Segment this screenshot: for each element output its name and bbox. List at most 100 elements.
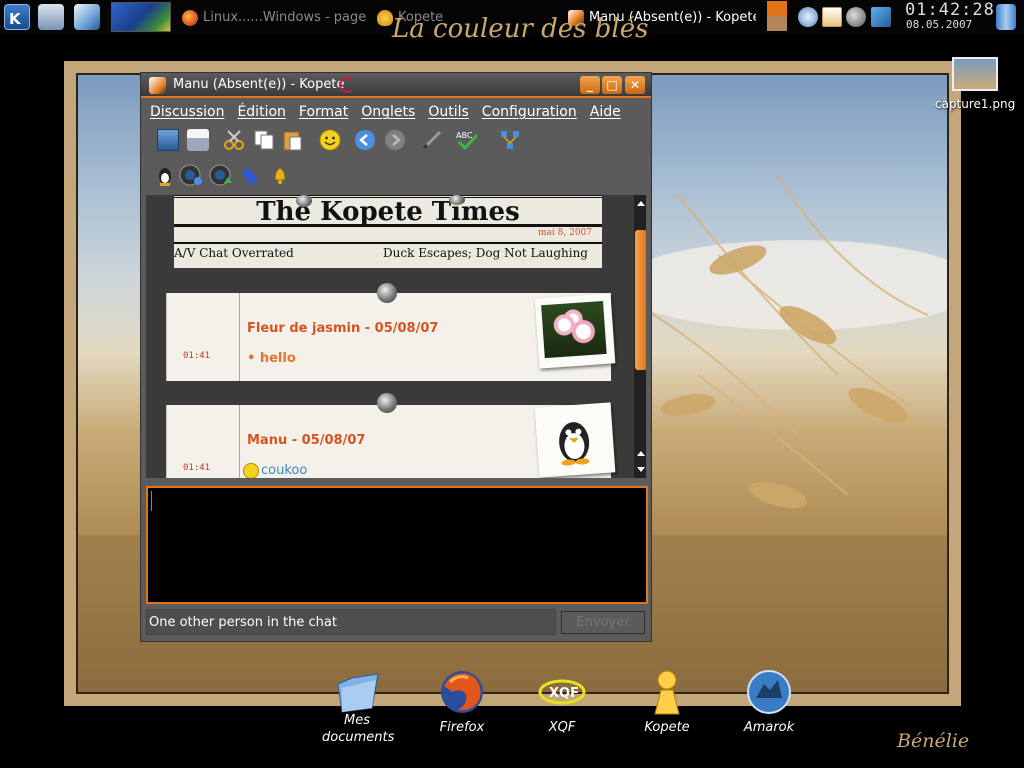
scroll-up-icon[interactable] xyxy=(634,447,646,461)
svg-text:K: K xyxy=(9,10,22,28)
menu-format[interactable]: Format xyxy=(299,100,354,124)
scroll-down-icon[interactable] xyxy=(634,463,646,477)
dock-item-amarok[interactable]: Amarok xyxy=(738,668,800,735)
back-icon[interactable] xyxy=(354,129,376,151)
scrollbar-thumb[interactable] xyxy=(635,230,646,370)
chat-scrollbar[interactable] xyxy=(634,195,646,478)
pager-icon[interactable] xyxy=(111,2,171,32)
kopete-icon xyxy=(377,9,393,26)
window-titlebar[interactable]: Manu (Absent(e)) - Kopete _ □ ✕ xyxy=(141,73,651,98)
volume-icon[interactable] xyxy=(798,7,818,27)
firefox-icon xyxy=(441,671,483,713)
pushpin-icon xyxy=(449,195,465,205)
contact-photo xyxy=(534,293,616,369)
menu-configuration[interactable]: Configuration xyxy=(482,100,583,124)
trash-icon[interactable] xyxy=(996,4,1016,30)
broom-icon[interactable] xyxy=(74,4,100,30)
menu-onglets[interactable]: Onglets xyxy=(361,100,421,124)
message-time: 01:41 xyxy=(183,463,211,473)
kopete-icon xyxy=(654,670,680,715)
tux-icon[interactable] xyxy=(157,164,173,186)
paste-icon[interactable] xyxy=(281,129,303,151)
newspaper-title: The Kopete Times xyxy=(174,195,602,227)
maximize-button[interactable]: □ xyxy=(602,76,622,94)
task-firefox[interactable]: Linux......Windows - page 3 xyxy=(182,4,366,31)
dock-item-mes-documents[interactable]: Mes documents xyxy=(322,668,395,746)
scroll-up-icon[interactable] xyxy=(634,197,646,211)
signature: Bénélie xyxy=(897,730,970,752)
network-icon[interactable] xyxy=(499,129,521,151)
message-body: • hello xyxy=(247,351,296,366)
menu-edition[interactable]: Édition xyxy=(237,100,291,124)
pushpin-icon xyxy=(296,195,312,207)
minimize-button[interactable]: _ xyxy=(580,76,600,94)
message-card: Manu - 05/08/07 01:41 coukoo xyxy=(166,402,616,478)
chat-history[interactable]: The Kopete Times mai 8, 2007 A/V Chat Ov… xyxy=(146,195,646,478)
text-caret xyxy=(151,491,152,511)
message-time: 01:41 xyxy=(183,351,211,361)
screen: K Linux......Windows - page 3 Kopete Man… xyxy=(0,0,1024,768)
desktop-icon[interactable] xyxy=(38,4,64,30)
message-body: coukoo xyxy=(261,463,308,478)
send-button[interactable]: Envoyer xyxy=(561,611,645,634)
clock-time: 01:42:28 xyxy=(905,0,995,20)
folder-icon xyxy=(337,673,379,713)
dock-item-firefox[interactable]: Firefox xyxy=(432,668,492,735)
connection-icon[interactable] xyxy=(871,7,891,27)
kde-menu-icon[interactable]: K xyxy=(4,4,30,30)
message-input[interactable] xyxy=(146,486,648,604)
kopete-chat-window: Manu (Absent(e)) - Kopete _ □ ✕ Discussi… xyxy=(140,72,652,642)
image-file-icon xyxy=(952,57,998,91)
menu-discussion[interactable]: Discussion xyxy=(150,100,230,124)
smiley-icon[interactable] xyxy=(319,129,341,151)
debian-swirl-icon xyxy=(339,77,355,93)
webcam-icon[interactable] xyxy=(179,164,202,186)
spellcheck-icon[interactable]: ABC xyxy=(455,129,479,151)
bell-icon[interactable] xyxy=(269,164,291,186)
chat-header-newspaper: The Kopete Times mai 8, 2007 A/V Chat Ov… xyxy=(174,195,602,268)
desktop-title: La couleur des blés xyxy=(392,14,649,44)
contact-photo xyxy=(534,402,616,478)
window-title: Manu (Absent(e)) - Kopete xyxy=(173,77,345,92)
chat-status-bar: One other person in the chat xyxy=(146,609,556,635)
task-label: Linux......Windows - page 3 xyxy=(203,10,366,25)
menu-outils[interactable]: Outils xyxy=(428,100,474,124)
cut-icon[interactable] xyxy=(223,129,245,151)
pen-icon[interactable] xyxy=(421,129,443,151)
dock-label: Firefox xyxy=(439,720,485,735)
dock-label: Mes documents xyxy=(322,713,395,745)
tux-avatar xyxy=(541,409,607,468)
dock-label: Amarok xyxy=(743,720,795,735)
close-button[interactable]: ✕ xyxy=(625,76,645,94)
clock-date: 08.05.2007 xyxy=(906,18,973,31)
print-icon[interactable] xyxy=(187,129,209,151)
dock-label: XQF xyxy=(548,720,576,735)
attach-icon[interactable] xyxy=(241,164,263,186)
menubar: Discussion Édition Format Onglets Outils… xyxy=(141,100,651,124)
margin-line xyxy=(239,293,240,381)
pushpin-icon xyxy=(377,283,397,303)
message-author: Manu - 05/08/07 xyxy=(247,433,366,448)
amarok-icon xyxy=(747,670,791,714)
message-card: Fleur de jasmin - 05/08/07 01:41 • hello xyxy=(166,293,616,381)
flowers-avatar xyxy=(541,300,607,359)
network-tray-icon[interactable] xyxy=(846,7,866,27)
desktop-file[interactable]: capture1.png xyxy=(935,57,1015,111)
newspaper-headline-right: Duck Escapes; Dog Not Laughing xyxy=(383,246,588,260)
dock-label: Kopete xyxy=(644,720,690,735)
menu-aide[interactable]: Aide xyxy=(590,100,627,124)
klipper-icon[interactable] xyxy=(822,7,842,27)
dock-item-xqf[interactable]: XQF XQF xyxy=(532,668,592,735)
newspaper-date: mai 8, 2007 xyxy=(538,228,592,238)
webcam-send-icon[interactable] xyxy=(209,164,232,186)
dock-item-kopete[interactable]: Kopete xyxy=(637,668,697,735)
newspaper-headline-left: A/V Chat Overrated xyxy=(174,246,294,260)
notes-icon[interactable] xyxy=(767,1,787,31)
message-author: Fleur de jasmin - 05/08/07 xyxy=(247,321,439,336)
copy-icon[interactable] xyxy=(253,129,275,151)
desktop-file-label: capture1.png xyxy=(935,97,1016,111)
save-icon[interactable] xyxy=(157,129,179,151)
kopete-app-icon xyxy=(149,77,166,94)
forward-icon[interactable] xyxy=(384,129,406,151)
xqf-icon: XQF xyxy=(538,679,586,705)
